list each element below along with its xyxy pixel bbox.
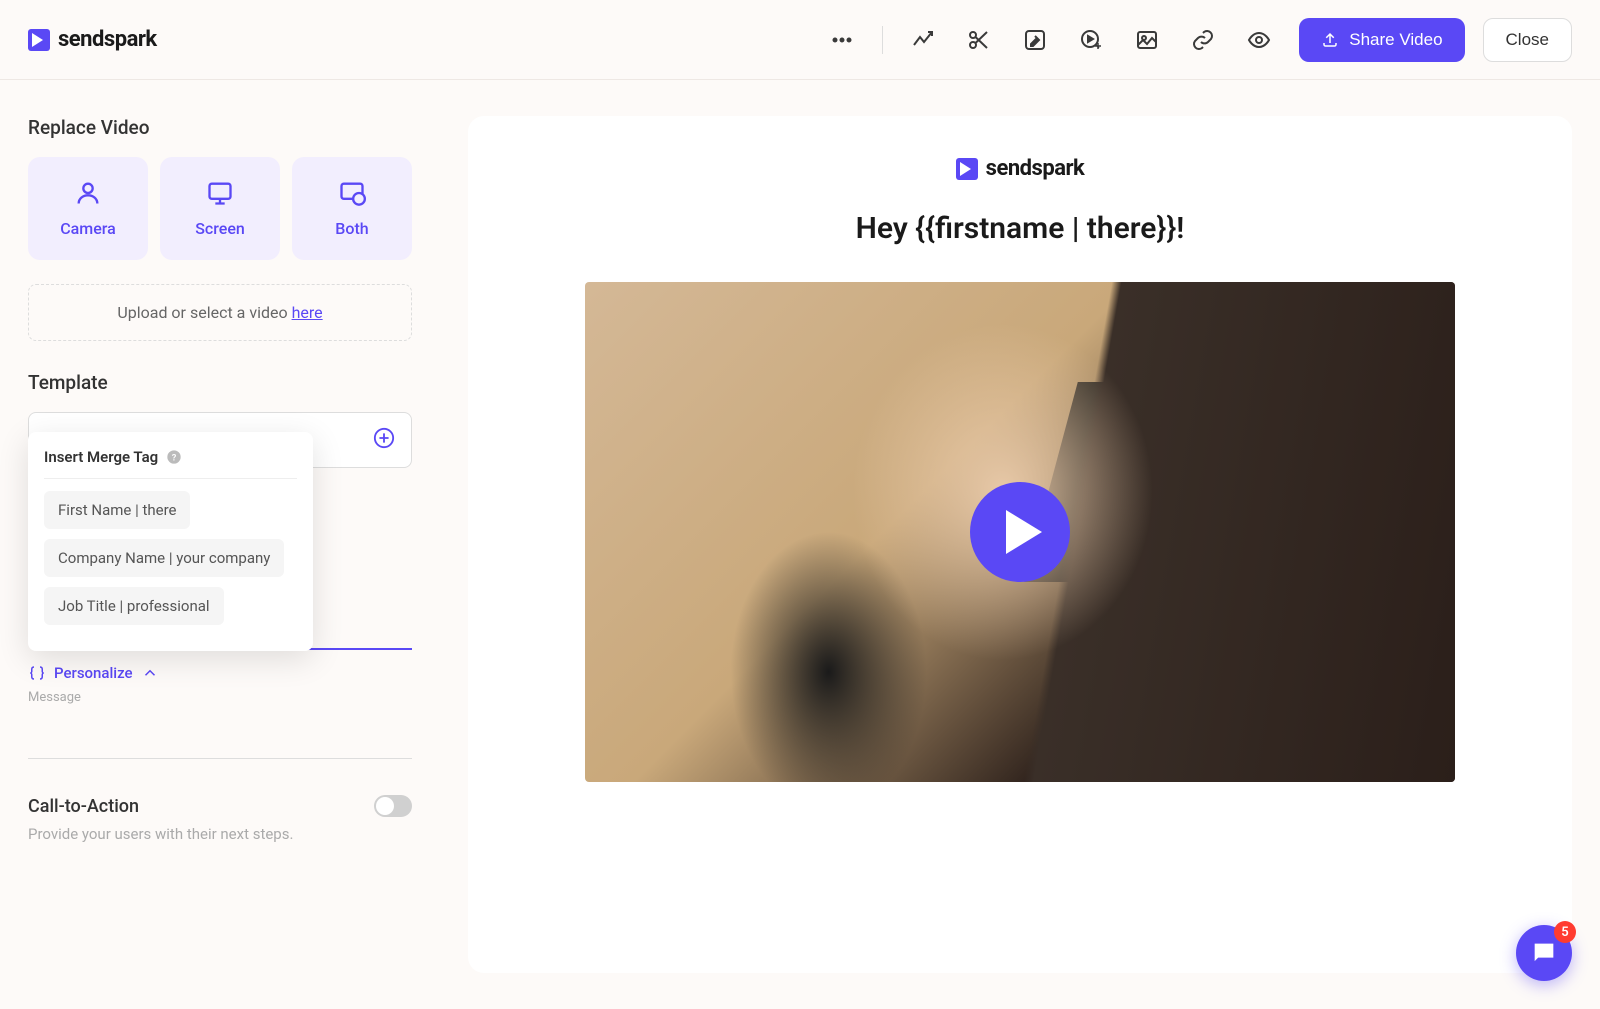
link-icon[interactable] xyxy=(1179,20,1227,60)
tag-company[interactable]: Company Name | your company xyxy=(44,539,284,577)
upload-box[interactable]: Upload or select a video here xyxy=(28,284,412,341)
template-title: Template xyxy=(28,371,412,394)
merge-tag-popup: Insert Merge Tag ? First Name | there Co… xyxy=(28,432,313,651)
chat-badge: 5 xyxy=(1554,921,1576,943)
camera-icon xyxy=(74,179,102,207)
edit-icon[interactable] xyxy=(1011,20,1059,60)
both-label: Both xyxy=(335,219,368,238)
screen-label: Screen xyxy=(195,219,245,238)
share-label: Share Video xyxy=(1349,30,1442,50)
divider xyxy=(882,26,883,54)
close-button[interactable]: Close xyxy=(1483,18,1572,62)
tag-firstname[interactable]: First Name | there xyxy=(44,491,190,529)
braces-icon xyxy=(28,664,46,682)
video-thumbnail[interactable] xyxy=(585,282,1455,782)
preview-logo: sendspark xyxy=(956,156,1085,181)
camera-option[interactable]: Camera xyxy=(28,157,148,260)
both-option[interactable]: Both xyxy=(292,157,412,260)
brand-name: sendspark xyxy=(986,156,1085,181)
preview-card: sendspark Hey {{firstname | there}}! xyxy=(468,116,1572,973)
chat-fab[interactable]: 5 xyxy=(1516,925,1572,981)
trim-icon[interactable] xyxy=(955,20,1003,60)
logo-icon xyxy=(956,158,978,180)
personalize-label: Personalize xyxy=(54,664,133,682)
add-video-icon[interactable] xyxy=(1067,20,1115,60)
both-icon xyxy=(338,179,366,207)
brand-logo: sendspark xyxy=(28,27,157,52)
image-icon[interactable] xyxy=(1123,20,1171,60)
more-button[interactable] xyxy=(818,20,866,60)
upload-text: Upload or select a video xyxy=(117,303,291,322)
logo-icon xyxy=(28,29,50,51)
share-video-button[interactable]: Share Video xyxy=(1299,18,1464,62)
cta-description: Provide your users with their next steps… xyxy=(28,825,412,843)
play-button[interactable] xyxy=(970,482,1070,582)
popup-title: Insert Merge Tag xyxy=(44,448,158,466)
preview-title: Hey {{firstname | there}}! xyxy=(856,211,1185,246)
chevron-up-icon xyxy=(141,664,159,682)
upload-link[interactable]: here xyxy=(292,303,323,322)
svg-text:?: ? xyxy=(172,452,177,463)
cta-label: Call-to-Action xyxy=(28,796,139,817)
message-input[interactable] xyxy=(28,709,412,759)
help-icon[interactable]: ? xyxy=(166,449,182,465)
analytics-icon[interactable] xyxy=(899,20,947,60)
screen-option[interactable]: Screen xyxy=(160,157,280,260)
preview-icon[interactable] xyxy=(1235,20,1283,60)
personalize-button[interactable]: Personalize xyxy=(28,664,412,682)
brand-name: sendspark xyxy=(58,27,157,52)
cta-toggle[interactable] xyxy=(374,795,412,817)
replace-video-title: Replace Video xyxy=(28,116,412,139)
message-label: Message xyxy=(28,690,412,705)
camera-label: Camera xyxy=(60,219,116,238)
screen-icon xyxy=(206,179,234,207)
add-icon[interactable] xyxy=(373,427,395,453)
tag-jobtitle[interactable]: Job Title | professional xyxy=(44,587,224,625)
chat-icon xyxy=(1530,939,1558,967)
